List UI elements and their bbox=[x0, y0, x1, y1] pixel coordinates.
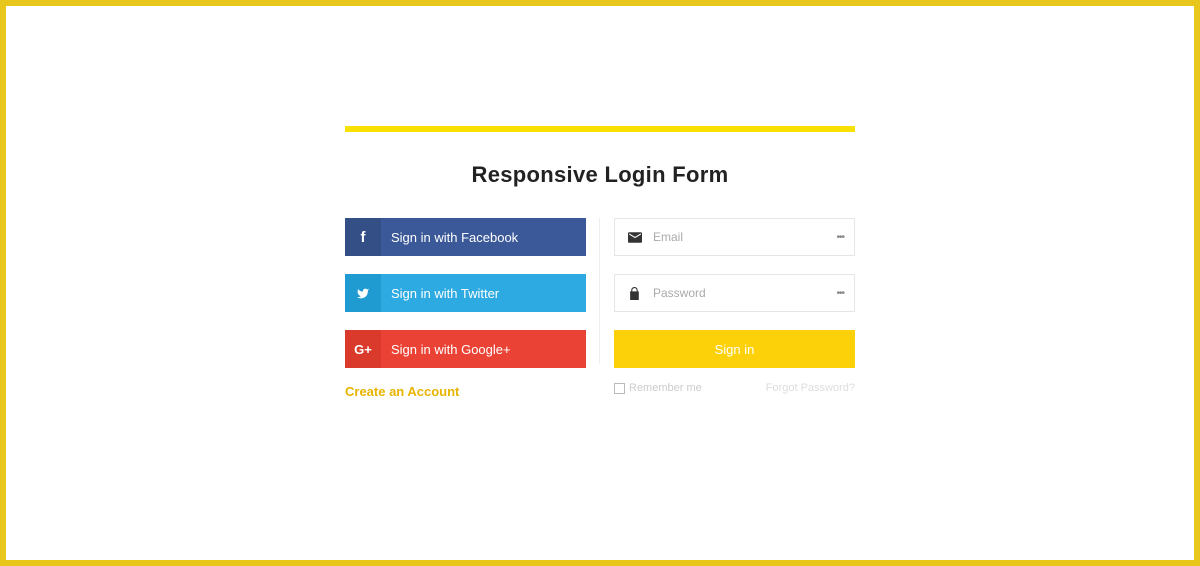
bottom-row: Remember me Forgot Password? bbox=[614, 382, 855, 394]
remember-label: Remember me bbox=[629, 382, 702, 394]
email-dots-icon: ••• bbox=[836, 232, 844, 243]
form-columns: f Sign in with Facebook Sign in with Twi… bbox=[345, 218, 855, 399]
lock-icon bbox=[625, 287, 645, 300]
email-field[interactable] bbox=[645, 230, 836, 244]
password-input-wrap[interactable]: ••• bbox=[614, 274, 855, 312]
remember-me-checkbox[interactable]: Remember me bbox=[614, 382, 702, 394]
twitter-label: Sign in with Twitter bbox=[381, 286, 499, 301]
google-plus-icon: G+ bbox=[345, 330, 381, 368]
forgot-password-link[interactable]: Forgot Password? bbox=[766, 382, 855, 394]
password-dots-icon: ••• bbox=[836, 288, 844, 299]
social-column: f Sign in with Facebook Sign in with Twi… bbox=[345, 218, 586, 399]
facebook-signin-button[interactable]: f Sign in with Facebook bbox=[345, 218, 586, 256]
top-accent-bar bbox=[345, 126, 855, 132]
facebook-label: Sign in with Facebook bbox=[381, 230, 518, 245]
login-form-container: Responsive Login Form f Sign in with Fac… bbox=[345, 126, 855, 399]
credentials-column: ••• ••• Sign in Remember me Forgot Passw… bbox=[614, 218, 855, 399]
google-signin-button[interactable]: G+ Sign in with Google+ bbox=[345, 330, 586, 368]
twitter-icon bbox=[345, 274, 381, 312]
create-account-link[interactable]: Create an Account bbox=[345, 384, 586, 399]
email-input-wrap[interactable]: ••• bbox=[614, 218, 855, 256]
facebook-icon: f bbox=[345, 218, 381, 256]
envelope-icon bbox=[625, 232, 645, 243]
google-label: Sign in with Google+ bbox=[381, 342, 511, 357]
password-field[interactable] bbox=[645, 286, 836, 300]
checkbox-icon bbox=[614, 383, 625, 394]
twitter-signin-button[interactable]: Sign in with Twitter bbox=[345, 274, 586, 312]
form-title: Responsive Login Form bbox=[345, 162, 855, 188]
signin-button[interactable]: Sign in bbox=[614, 330, 855, 368]
